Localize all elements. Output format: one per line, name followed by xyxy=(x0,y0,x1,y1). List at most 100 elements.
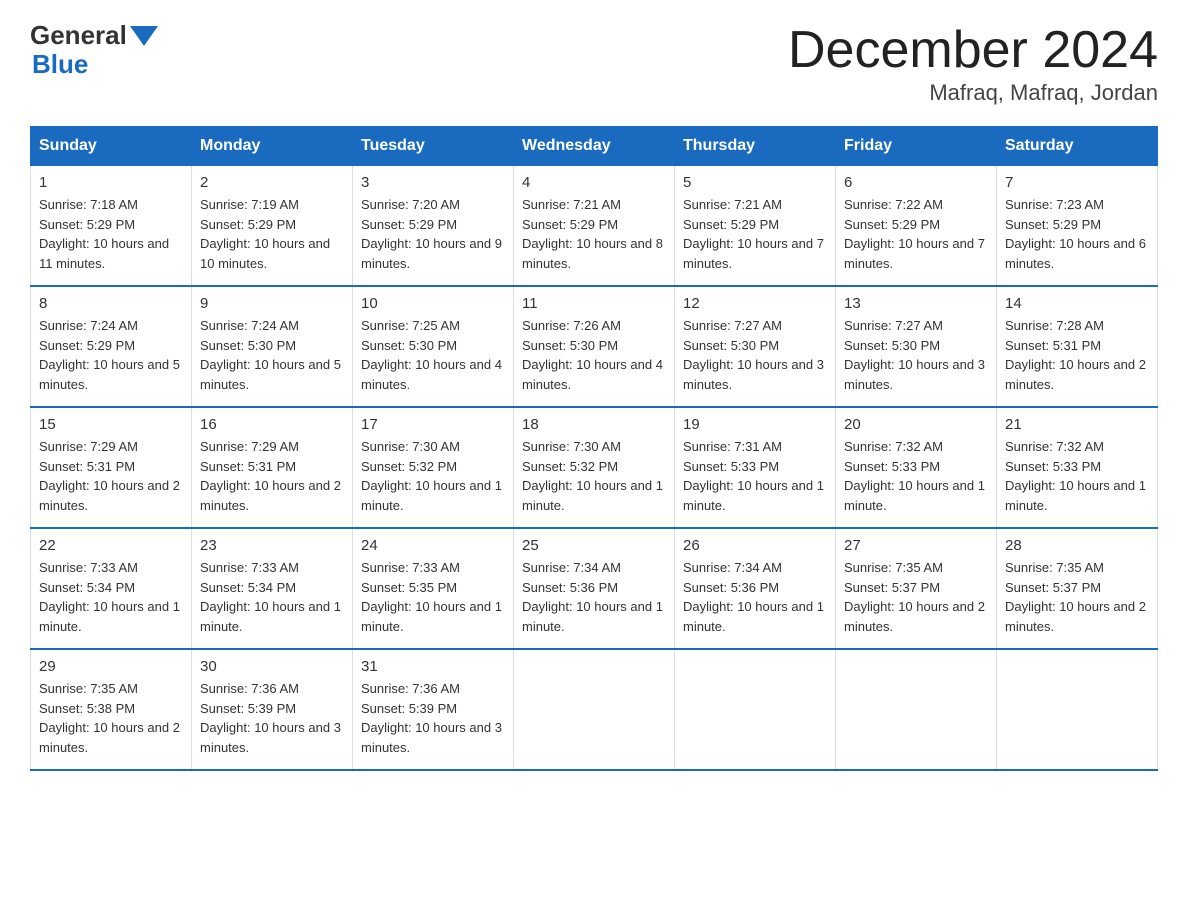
day-info: Sunrise: 7:21 AMSunset: 5:29 PMDaylight:… xyxy=(522,195,666,273)
day-info: Sunrise: 7:19 AMSunset: 5:29 PMDaylight:… xyxy=(200,195,344,273)
day-info: Sunrise: 7:36 AMSunset: 5:39 PMDaylight:… xyxy=(361,679,505,757)
day-number: 1 xyxy=(39,174,183,191)
day-number: 10 xyxy=(361,295,505,312)
logo-blue-text: Blue xyxy=(30,49,88,80)
header-monday: Monday xyxy=(192,127,353,166)
calendar-cell: 14 Sunrise: 7:28 AMSunset: 5:31 PMDaylig… xyxy=(997,286,1158,407)
calendar-cell: 25 Sunrise: 7:34 AMSunset: 5:36 PMDaylig… xyxy=(514,528,675,649)
day-info: Sunrise: 7:26 AMSunset: 5:30 PMDaylight:… xyxy=(522,316,666,394)
week-row-3: 15 Sunrise: 7:29 AMSunset: 5:31 PMDaylig… xyxy=(31,407,1158,528)
day-info: Sunrise: 7:27 AMSunset: 5:30 PMDaylight:… xyxy=(844,316,988,394)
calendar-cell: 10 Sunrise: 7:25 AMSunset: 5:30 PMDaylig… xyxy=(353,286,514,407)
day-number: 17 xyxy=(361,416,505,433)
header-wednesday: Wednesday xyxy=(514,127,675,166)
week-row-5: 29 Sunrise: 7:35 AMSunset: 5:38 PMDaylig… xyxy=(31,649,1158,770)
calendar-cell: 2 Sunrise: 7:19 AMSunset: 5:29 PMDayligh… xyxy=(192,166,353,287)
day-info: Sunrise: 7:24 AMSunset: 5:29 PMDaylight:… xyxy=(39,316,183,394)
calendar-cell: 18 Sunrise: 7:30 AMSunset: 5:32 PMDaylig… xyxy=(514,407,675,528)
month-title: December 2024 xyxy=(788,20,1158,80)
day-number: 15 xyxy=(39,416,183,433)
day-info: Sunrise: 7:24 AMSunset: 5:30 PMDaylight:… xyxy=(200,316,344,394)
calendar-table: SundayMondayTuesdayWednesdayThursdayFrid… xyxy=(30,126,1158,771)
day-info: Sunrise: 7:34 AMSunset: 5:36 PMDaylight:… xyxy=(683,558,827,636)
day-info: Sunrise: 7:36 AMSunset: 5:39 PMDaylight:… xyxy=(200,679,344,757)
title-section: December 2024 Mafraq, Mafraq, Jordan xyxy=(788,20,1158,106)
calendar-cell: 22 Sunrise: 7:33 AMSunset: 5:34 PMDaylig… xyxy=(31,528,192,649)
calendar-cell: 13 Sunrise: 7:27 AMSunset: 5:30 PMDaylig… xyxy=(836,286,997,407)
calendar-cell: 1 Sunrise: 7:18 AMSunset: 5:29 PMDayligh… xyxy=(31,166,192,287)
day-number: 6 xyxy=(844,174,988,191)
day-number: 24 xyxy=(361,537,505,554)
calendar-cell xyxy=(675,649,836,770)
day-number: 31 xyxy=(361,658,505,675)
day-number: 9 xyxy=(200,295,344,312)
day-info: Sunrise: 7:35 AMSunset: 5:37 PMDaylight:… xyxy=(844,558,988,636)
calendar-cell: 30 Sunrise: 7:36 AMSunset: 5:39 PMDaylig… xyxy=(192,649,353,770)
week-row-1: 1 Sunrise: 7:18 AMSunset: 5:29 PMDayligh… xyxy=(31,166,1158,287)
day-info: Sunrise: 7:35 AMSunset: 5:38 PMDaylight:… xyxy=(39,679,183,757)
calendar-cell: 8 Sunrise: 7:24 AMSunset: 5:29 PMDayligh… xyxy=(31,286,192,407)
calendar-cell: 21 Sunrise: 7:32 AMSunset: 5:33 PMDaylig… xyxy=(997,407,1158,528)
day-info: Sunrise: 7:30 AMSunset: 5:32 PMDaylight:… xyxy=(361,437,505,515)
day-info: Sunrise: 7:31 AMSunset: 5:33 PMDaylight:… xyxy=(683,437,827,515)
day-number: 5 xyxy=(683,174,827,191)
day-info: Sunrise: 7:18 AMSunset: 5:29 PMDaylight:… xyxy=(39,195,183,273)
calendar-cell: 16 Sunrise: 7:29 AMSunset: 5:31 PMDaylig… xyxy=(192,407,353,528)
calendar-cell: 3 Sunrise: 7:20 AMSunset: 5:29 PMDayligh… xyxy=(353,166,514,287)
day-info: Sunrise: 7:32 AMSunset: 5:33 PMDaylight:… xyxy=(1005,437,1149,515)
day-info: Sunrise: 7:28 AMSunset: 5:31 PMDaylight:… xyxy=(1005,316,1149,394)
day-number: 22 xyxy=(39,537,183,554)
day-number: 14 xyxy=(1005,295,1149,312)
day-number: 21 xyxy=(1005,416,1149,433)
calendar-cell: 27 Sunrise: 7:35 AMSunset: 5:37 PMDaylig… xyxy=(836,528,997,649)
day-number: 3 xyxy=(361,174,505,191)
day-info: Sunrise: 7:29 AMSunset: 5:31 PMDaylight:… xyxy=(39,437,183,515)
day-number: 30 xyxy=(200,658,344,675)
week-row-4: 22 Sunrise: 7:33 AMSunset: 5:34 PMDaylig… xyxy=(31,528,1158,649)
calendar-cell xyxy=(836,649,997,770)
day-info: Sunrise: 7:34 AMSunset: 5:36 PMDaylight:… xyxy=(522,558,666,636)
calendar-header-row: SundayMondayTuesdayWednesdayThursdayFrid… xyxy=(31,127,1158,166)
calendar-cell: 28 Sunrise: 7:35 AMSunset: 5:37 PMDaylig… xyxy=(997,528,1158,649)
logo: General Blue xyxy=(30,20,158,80)
calendar-cell: 24 Sunrise: 7:33 AMSunset: 5:35 PMDaylig… xyxy=(353,528,514,649)
location: Mafraq, Mafraq, Jordan xyxy=(788,80,1158,106)
calendar-cell: 17 Sunrise: 7:30 AMSunset: 5:32 PMDaylig… xyxy=(353,407,514,528)
day-number: 16 xyxy=(200,416,344,433)
day-number: 18 xyxy=(522,416,666,433)
day-number: 19 xyxy=(683,416,827,433)
page-header: General Blue December 2024 Mafraq, Mafra… xyxy=(30,20,1158,106)
header-thursday: Thursday xyxy=(675,127,836,166)
calendar-cell: 15 Sunrise: 7:29 AMSunset: 5:31 PMDaylig… xyxy=(31,407,192,528)
day-number: 27 xyxy=(844,537,988,554)
day-number: 7 xyxy=(1005,174,1149,191)
day-number: 25 xyxy=(522,537,666,554)
calendar-cell: 23 Sunrise: 7:33 AMSunset: 5:34 PMDaylig… xyxy=(192,528,353,649)
day-info: Sunrise: 7:32 AMSunset: 5:33 PMDaylight:… xyxy=(844,437,988,515)
calendar-cell: 26 Sunrise: 7:34 AMSunset: 5:36 PMDaylig… xyxy=(675,528,836,649)
day-number: 20 xyxy=(844,416,988,433)
calendar-cell: 4 Sunrise: 7:21 AMSunset: 5:29 PMDayligh… xyxy=(514,166,675,287)
day-info: Sunrise: 7:23 AMSunset: 5:29 PMDaylight:… xyxy=(1005,195,1149,273)
day-number: 8 xyxy=(39,295,183,312)
calendar-cell: 7 Sunrise: 7:23 AMSunset: 5:29 PMDayligh… xyxy=(997,166,1158,287)
day-number: 4 xyxy=(522,174,666,191)
header-friday: Friday xyxy=(836,127,997,166)
calendar-cell: 6 Sunrise: 7:22 AMSunset: 5:29 PMDayligh… xyxy=(836,166,997,287)
day-number: 2 xyxy=(200,174,344,191)
day-info: Sunrise: 7:27 AMSunset: 5:30 PMDaylight:… xyxy=(683,316,827,394)
calendar-cell xyxy=(514,649,675,770)
day-info: Sunrise: 7:33 AMSunset: 5:34 PMDaylight:… xyxy=(200,558,344,636)
day-number: 23 xyxy=(200,537,344,554)
day-info: Sunrise: 7:33 AMSunset: 5:35 PMDaylight:… xyxy=(361,558,505,636)
logo-triangle-icon xyxy=(130,26,158,46)
day-number: 11 xyxy=(522,295,666,312)
day-info: Sunrise: 7:20 AMSunset: 5:29 PMDaylight:… xyxy=(361,195,505,273)
calendar-cell: 19 Sunrise: 7:31 AMSunset: 5:33 PMDaylig… xyxy=(675,407,836,528)
day-info: Sunrise: 7:33 AMSunset: 5:34 PMDaylight:… xyxy=(39,558,183,636)
day-info: Sunrise: 7:30 AMSunset: 5:32 PMDaylight:… xyxy=(522,437,666,515)
header-tuesday: Tuesday xyxy=(353,127,514,166)
header-sunday: Sunday xyxy=(31,127,192,166)
day-info: Sunrise: 7:25 AMSunset: 5:30 PMDaylight:… xyxy=(361,316,505,394)
calendar-cell: 9 Sunrise: 7:24 AMSunset: 5:30 PMDayligh… xyxy=(192,286,353,407)
